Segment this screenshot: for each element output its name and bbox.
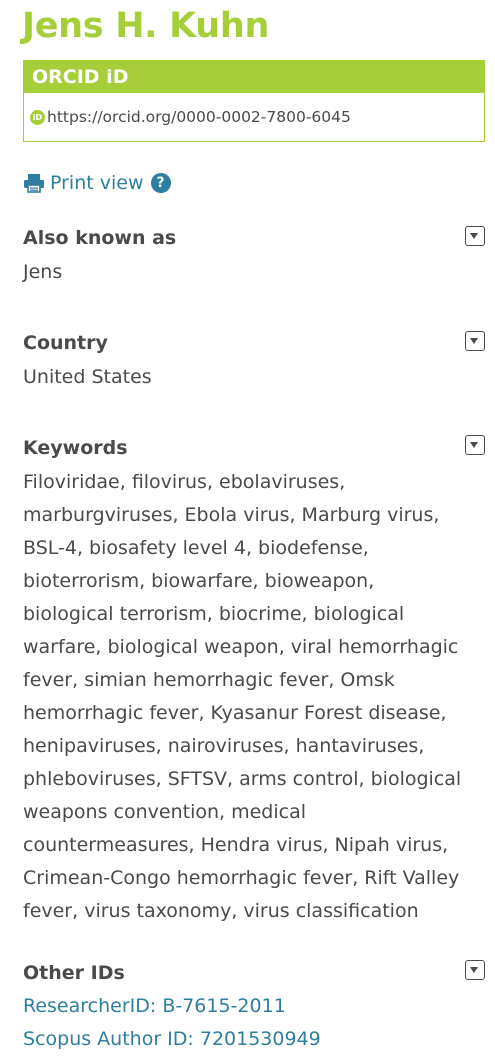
- profile-name: Jens H. Kuhn: [22, 6, 270, 46]
- print-view-label[interactable]: Print view: [50, 172, 144, 194]
- keyword-line: hemorrhagic fever, Kyasanur Forest disea…: [23, 702, 447, 724]
- also-known-as-title: Also known as: [23, 227, 177, 249]
- orcid-panel: ORCID iD iD https://orcid.org/0000-0002-…: [23, 60, 485, 142]
- keyword-line: biological terrorism, biocrime, biologic…: [23, 603, 405, 625]
- other-ids-title: Other IDs: [23, 962, 125, 984]
- orcid-url[interactable]: https://orcid.org/0000-0002-7800-6045: [47, 108, 351, 126]
- keywords-list: Filoviridae, filovirus, ebolaviruses, ma…: [23, 466, 483, 928]
- printer-icon: [24, 174, 44, 193]
- keyword-line: BSL-4, biosafety level 4, biodefense,: [23, 537, 369, 559]
- keyword-line: fever, simian hemorrhagic fever, Omsk: [23, 669, 395, 691]
- country-title: Country: [23, 332, 108, 354]
- also-known-as-value: Jens: [23, 261, 63, 283]
- keyword-line: weapons convention, medical: [23, 801, 307, 823]
- keyword-line: fever, virus taxonomy, virus classificat…: [23, 900, 419, 922]
- country-toggle[interactable]: [465, 331, 485, 351]
- keyword-line: marburgviruses, Ebola virus, Marburg vir…: [23, 504, 440, 526]
- also-known-as-toggle[interactable]: [465, 226, 485, 246]
- keyword-line: phleboviruses, SFTSV, arms control, biol…: [23, 768, 462, 790]
- keyword-line: Filoviridae, filovirus, ebolaviruses,: [23, 471, 346, 493]
- keywords-title: Keywords: [23, 437, 128, 459]
- keywords-toggle[interactable]: [465, 435, 485, 455]
- question-circle-icon[interactable]: ?: [150, 173, 171, 193]
- orcid-link[interactable]: iD https://orcid.org/0000-0002-7800-6045: [30, 107, 351, 127]
- print-view-link[interactable]: Print view ?: [23, 170, 171, 196]
- keyword-line: bioterrorism, biowarfare, bioweapon,: [23, 570, 375, 592]
- researcher-id-link[interactable]: ResearcherID: B-7615-2011: [23, 995, 286, 1017]
- other-ids-toggle[interactable]: [465, 960, 485, 980]
- orcid-header: ORCID iD: [24, 61, 484, 93]
- keyword-line: Crimean-Congo hemorrhagic fever, Rift Va…: [23, 867, 460, 889]
- country-value: United States: [23, 366, 152, 388]
- keyword-line: countermeasures, Hendra virus, Nipah vir…: [23, 834, 449, 856]
- scopus-id-link[interactable]: Scopus Author ID: 7201530949: [23, 1028, 321, 1050]
- keyword-line: henipaviruses, nairoviruses, hantaviruse…: [23, 735, 425, 757]
- keyword-line: warfare, biological weapon, viral hemorr…: [23, 636, 459, 658]
- orcid-id-icon: iD: [30, 109, 45, 125]
